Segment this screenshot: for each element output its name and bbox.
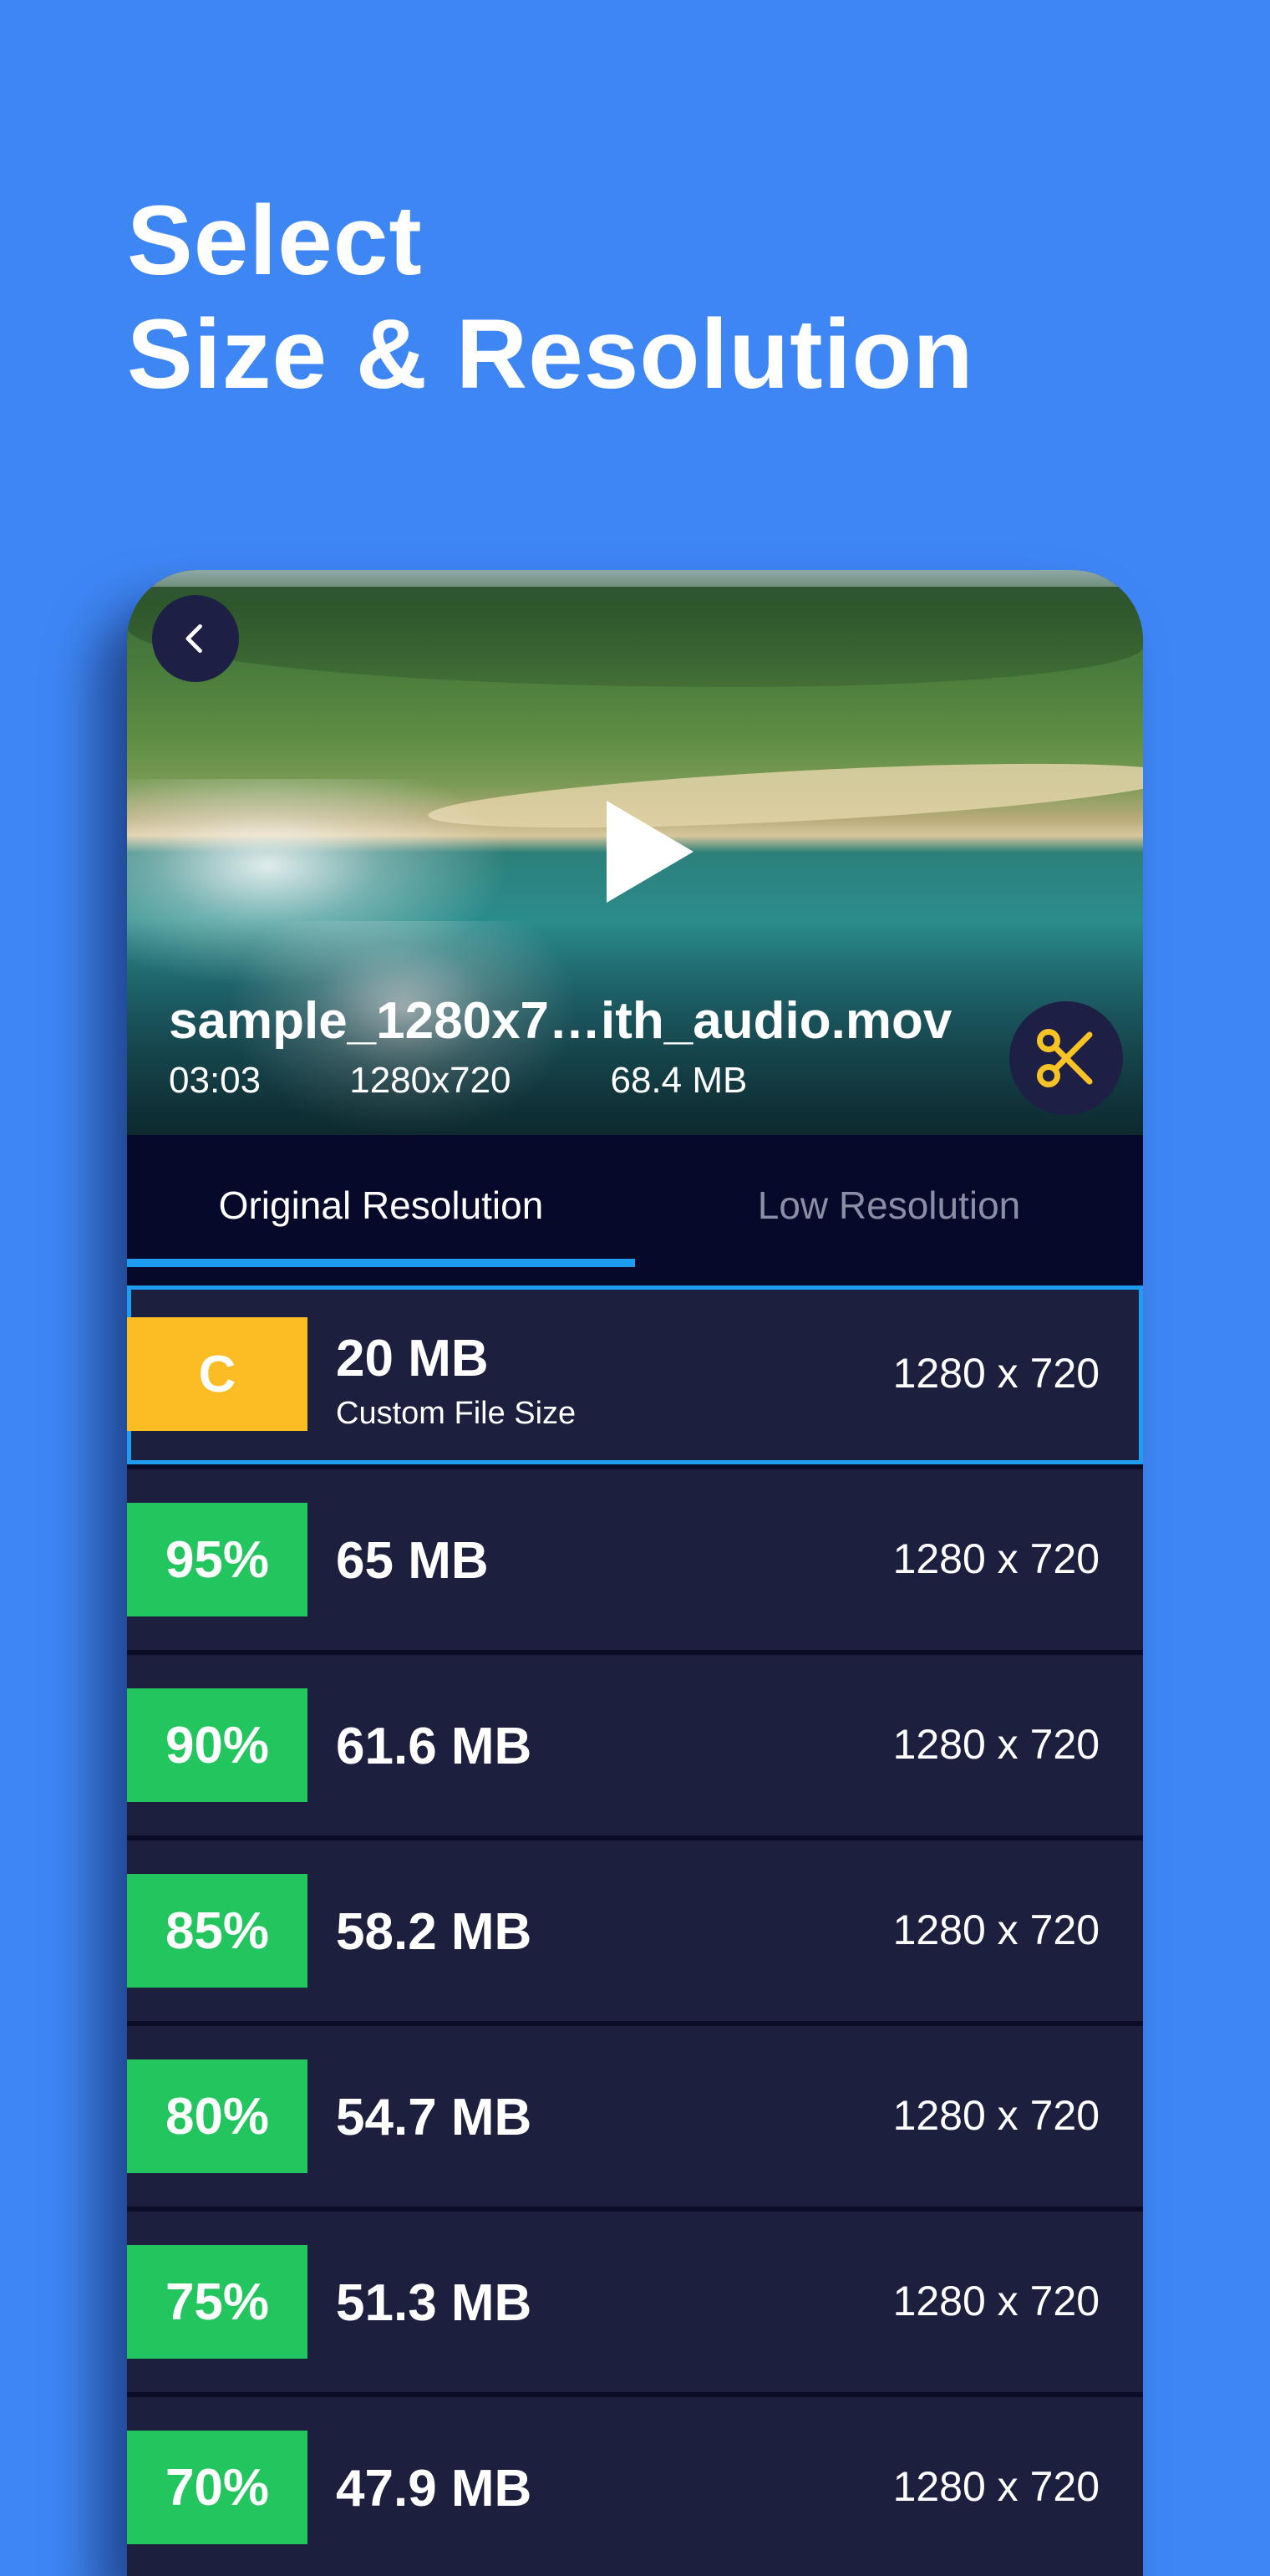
back-button[interactable] [152,595,239,682]
chevron-left-icon [185,624,202,654]
option-size: 51.3 MB [336,2274,532,2332]
option-badge: 85% [127,1874,307,1988]
option-resolution: 1280 x 720 [892,2278,1100,2324]
divider [127,1464,1143,1469]
video-meta: 03:03 1280x720 68.4 MB [169,1060,747,1102]
video-duration: 03:03 [169,1060,262,1101]
option-size: 65 MB [336,1532,489,1590]
divider [127,2392,1143,2397]
video-file-name: sample_1280x7…ith_audio.mov [169,992,952,1050]
size-option-90[interactable]: 90% 61.6 MB 1280 x 720 [127,1657,1143,1835]
headline-line-2: Size & Resolution [127,299,974,410]
size-option-80[interactable]: 80% 54.7 MB 1280 x 720 [127,2028,1143,2207]
headline: Select Size & Resolution [127,184,974,411]
option-resolution: 1280 x 720 [892,2463,1100,2510]
scissors-icon [1037,1029,1093,1087]
preview-hills [127,587,1143,687]
divider [127,2021,1143,2026]
size-option-95[interactable]: 95% 65 MB 1280 x 720 [127,1471,1143,1650]
option-size: 61.6 MB [336,1718,532,1775]
size-option-85[interactable]: 85% 58.2 MB 1280 x 720 [127,1842,1143,2021]
option-badge: 75% [127,2245,307,2359]
video-preview[interactable]: sample_1280x7…ith_audio.mov 03:03 1280x7… [127,570,1143,1135]
option-badge: C [127,1317,307,1431]
divider [127,1835,1143,1840]
size-option-70[interactable]: 70% 47.9 MB 1280 x 720 [127,2399,1143,2576]
option-resolution: 1280 x 720 [892,1721,1100,1768]
option-size: 20 MB [336,1330,489,1387]
option-resolution: 1280 x 720 [892,1350,1100,1397]
option-badge: 80% [127,2059,307,2173]
option-subtitle: Custom File Size [336,1396,577,1431]
option-size: 58.2 MB [336,1903,532,1961]
option-resolution: 1280 x 720 [892,1907,1100,1953]
option-size: 54.7 MB [336,2089,532,2146]
divider [127,1650,1143,1655]
preview-beach [427,751,1143,841]
video-dimensions: 1280x720 [349,1060,511,1101]
phone-frame: sample_1280x7…ith_audio.mov 03:03 1280x7… [127,570,1143,2576]
option-size: 47.9 MB [336,2460,532,2517]
size-option-75[interactable]: 75% 51.3 MB 1280 x 720 [127,2213,1143,2392]
option-resolution: 1280 x 720 [892,1535,1100,1582]
option-resolution: 1280 x 720 [892,2092,1100,2139]
tab-low-resolution[interactable]: Low Resolution [635,1135,1143,1275]
option-badge: 95% [127,1503,307,1616]
active-tab-indicator [127,1259,635,1267]
play-icon[interactable] [600,797,700,906]
divider [127,2207,1143,2212]
option-badge: 90% [127,1688,307,1802]
headline-line-1: Select [127,186,423,296]
trim-button[interactable] [1009,1001,1123,1115]
video-file-size: 68.4 MB [610,1060,748,1101]
tab-original-resolution[interactable]: Original Resolution [127,1135,635,1275]
option-badge: 70% [127,2431,307,2544]
size-option-custom[interactable]: C 20 MB Custom File Size 1280 x 720 [127,1285,1143,1464]
